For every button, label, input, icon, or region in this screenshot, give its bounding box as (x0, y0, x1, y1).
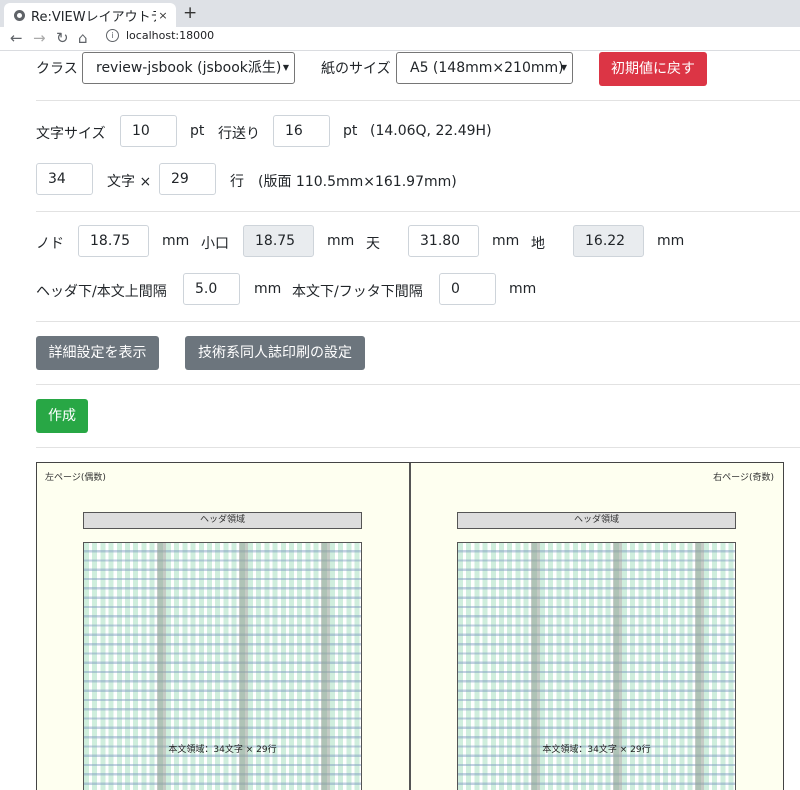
lines-label: 行 (230, 174, 244, 190)
tab-bar: Re:VIEWレイアウトテ × + (0, 0, 800, 27)
divider (36, 447, 800, 448)
right-page-label: 右ページ(奇数) (713, 473, 774, 483)
mm-unit: mm (327, 233, 355, 249)
layout-preview: 左ページ(偶数) 右ページ(奇数) ヘッダ領域 ヘッダ領域 本文領域：34文字 … (36, 462, 784, 790)
paper-label: 紙のサイズ (321, 61, 391, 77)
page-content: クラス review-jsbook (jsbook派生) ▼ 紙のサイズ A5 … (0, 51, 800, 790)
class-label: クラス (36, 61, 78, 77)
mm-unit: mm (509, 281, 537, 297)
chars-per-line-input[interactable]: 34 (36, 163, 93, 195)
chars-label: 文字 × (107, 174, 152, 190)
lines-input[interactable]: 29 (159, 163, 216, 195)
pt-unit: pt (343, 123, 358, 139)
doujin-settings-button[interactable]: 技術系同人誌印刷の設定 (185, 336, 365, 370)
font-size-label: 文字サイズ (36, 126, 106, 142)
back-icon[interactable]: ← (10, 29, 23, 47)
mm-unit: mm (492, 233, 520, 249)
chevron-down-icon: ▼ (282, 63, 289, 72)
ten-label: 天 (366, 236, 380, 252)
divider (36, 384, 800, 385)
hanmen-info: (版面 110.5mm×161.97mm) (258, 174, 457, 190)
url-text: localhost:18000 (126, 29, 215, 42)
line-feed-label: 行送り (218, 126, 260, 142)
nodo-label: ノド (36, 236, 64, 252)
create-button[interactable]: 作成 (36, 399, 88, 433)
reload-icon[interactable]: ↻ (56, 29, 69, 47)
reset-button[interactable]: 初期値に戻す (599, 52, 707, 86)
footer-gap-label: 本文下/フッタ下間隔 (292, 284, 423, 300)
paper-select-value: A5 (148mm×210mm) (410, 60, 564, 76)
ten-input[interactable]: 31.80 (408, 225, 479, 257)
forward-icon[interactable]: → (33, 29, 46, 47)
new-tab-icon[interactable]: + (183, 3, 197, 23)
show-details-button[interactable]: 詳細設定を表示 (36, 336, 159, 370)
divider (36, 321, 800, 322)
left-body-area: 本文領域：34文字 × 29行 (83, 542, 362, 790)
font-size-input[interactable]: 10 (120, 115, 177, 147)
koguchi-input: 18.75 (243, 225, 314, 257)
left-header-area: ヘッダ領域 (83, 512, 362, 529)
nodo-input[interactable]: 18.75 (78, 225, 149, 257)
paper-select[interactable]: A5 (148mm×210mm) ▼ (396, 52, 573, 84)
address-bar: ← → ↻ ⌂ i localhost:18000 (0, 27, 800, 51)
koguchi-label: 小口 (201, 236, 229, 252)
browser-tab[interactable]: Re:VIEWレイアウトテ × (4, 3, 176, 27)
class-select[interactable]: review-jsbook (jsbook派生) ▼ (82, 52, 295, 84)
chevron-down-icon: ▼ (560, 63, 567, 72)
right-body-label: 本文領域：34文字 × 29行 (542, 745, 651, 755)
footer-gap-input[interactable]: 0 (439, 273, 496, 305)
left-page-label: 左ページ(偶数) (45, 473, 106, 483)
home-icon[interactable]: ⌂ (78, 29, 88, 47)
pt-unit: pt (190, 123, 205, 139)
close-tab-icon[interactable]: × (156, 9, 170, 22)
left-body-label: 本文領域：34文字 × 29行 (168, 745, 277, 755)
right-header-area: ヘッダ領域 (457, 512, 736, 529)
info-icon[interactable]: i (106, 29, 119, 42)
page-spine (409, 463, 411, 790)
divider (36, 100, 800, 101)
chi-input: 16.22 (573, 225, 644, 257)
url-field[interactable]: i localhost:18000 (106, 29, 214, 42)
line-feed-input[interactable]: 16 (273, 115, 330, 147)
globe-icon (14, 9, 25, 21)
q-info: (14.06Q, 22.49H) (370, 123, 492, 139)
mm-unit: mm (254, 281, 282, 297)
class-select-value: review-jsbook (jsbook派生) (96, 60, 282, 76)
mm-unit: mm (162, 233, 190, 249)
divider (36, 211, 800, 212)
header-gap-input[interactable]: 5.0 (183, 273, 240, 305)
tab-title: Re:VIEWレイアウトテ (31, 9, 156, 25)
right-body-area: 本文領域：34文字 × 29行 (457, 542, 736, 790)
chi-label: 地 (531, 236, 545, 252)
header-gap-label: ヘッダ下/本文上間隔 (36, 284, 167, 300)
mm-unit: mm (657, 233, 685, 249)
